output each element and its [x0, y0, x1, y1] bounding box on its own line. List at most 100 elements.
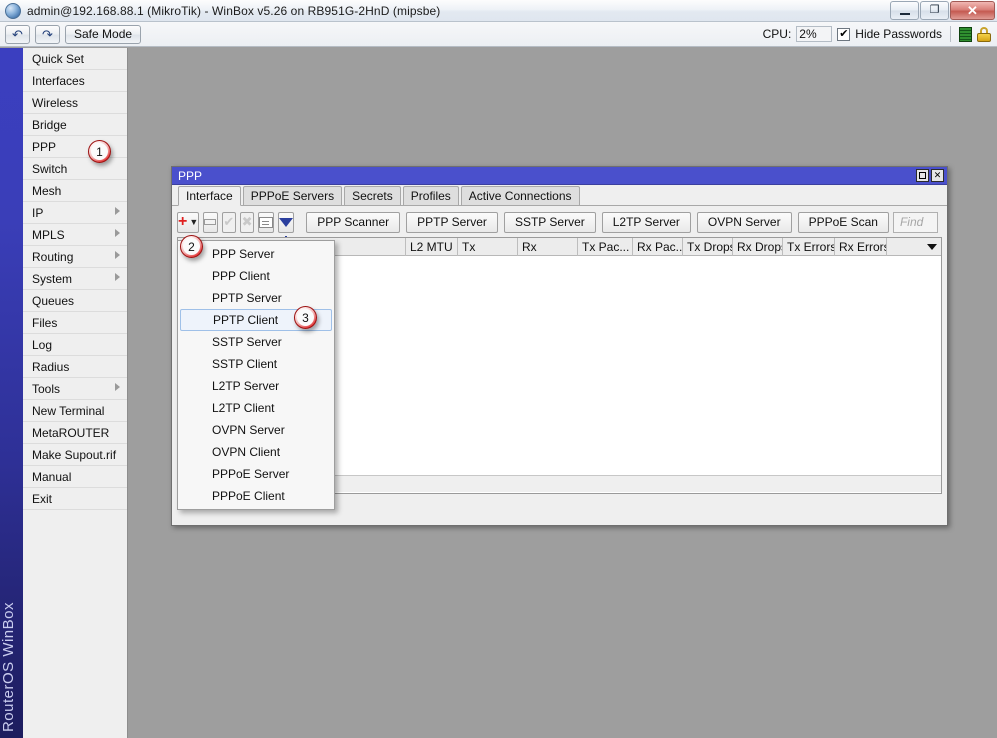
tab-profiles[interactable]: Profiles	[402, 186, 459, 205]
table-column-header-rx-errors[interactable]: Rx Errors	[835, 238, 887, 256]
table-column-header-rx[interactable]: Rx	[518, 238, 578, 256]
chevron-down-icon: ▼	[189, 217, 199, 227]
window-title: admin@192.168.88.1 (MikroTik) - WinBox v…	[27, 3, 441, 18]
memory-icon[interactable]	[959, 26, 972, 42]
table-column-header-tx-errors[interactable]: Tx Errors	[783, 238, 835, 256]
table-column-header-rx-drops[interactable]: Rx Drops	[733, 238, 783, 256]
sidebar-item-wireless[interactable]: Wireless	[23, 92, 127, 114]
sidebar-item-label: Manual	[32, 469, 72, 484]
action-button-l2tp-server[interactable]: L2TP Server	[601, 211, 691, 233]
sidebar-item-files[interactable]: Files	[23, 312, 127, 334]
dropdown-item-sstp-server[interactable]: SSTP Server	[178, 331, 334, 353]
sidebar-item-interfaces[interactable]: Interfaces	[23, 70, 127, 92]
table-column-menu-button[interactable]	[887, 238, 941, 256]
dropdown-item-sstp-client[interactable]: SSTP Client	[178, 353, 334, 375]
restore-icon	[919, 172, 926, 179]
disable-button[interactable]: ✖	[239, 211, 255, 233]
dropdown-item-label: PPTP Server	[212, 291, 282, 305]
table-column-header-l2-mtu[interactable]: L2 MTU	[406, 238, 458, 256]
tab-active-connections[interactable]: Active Connections	[460, 186, 580, 205]
sidebar-item-log[interactable]: Log	[23, 334, 127, 356]
sidebar-item-label: Exit	[32, 491, 53, 506]
sidebar-item-label: IP	[32, 205, 44, 220]
action-button-pppoe-scan[interactable]: PPPoE Scan	[797, 211, 889, 233]
sidebar-item-switch[interactable]: Switch	[23, 158, 127, 180]
tab-secrets[interactable]: Secrets	[344, 186, 401, 205]
sidebar-item-metarouter[interactable]: MetaROUTER	[23, 422, 127, 444]
sidebar-item-make-supout-rif[interactable]: Make Supout.rif	[23, 444, 127, 466]
sidebar-item-quick-set[interactable]: Quick Set	[23, 48, 127, 70]
sidebar-item-system[interactable]: System	[23, 268, 127, 290]
checkmark-icon: ✔	[839, 27, 849, 40]
table-column-header-tx-pac[interactable]: Tx Pac...	[578, 238, 633, 256]
dropdown-item-pptp-server[interactable]: PPTP Server	[178, 287, 334, 309]
step-badge-2: 2	[180, 235, 203, 258]
sidebar-item-ppp[interactable]: PPP	[23, 136, 127, 158]
dropdown-item-ovpn-client[interactable]: OVPN Client	[178, 441, 334, 463]
find-placeholder: Find	[899, 215, 924, 229]
tab-label: Active Connections	[468, 189, 572, 203]
sidebar-item-radius[interactable]: Radius	[23, 356, 127, 378]
table-column-header-tx-drops[interactable]: Tx Drops	[683, 238, 733, 256]
toolbar-divider	[950, 26, 951, 42]
minimize-button[interactable]	[890, 1, 919, 20]
table-column-header-tx[interactable]: Tx	[458, 238, 518, 256]
action-button-ovpn-server[interactable]: OVPN Server	[696, 211, 792, 233]
enable-button[interactable]: ✔	[221, 211, 236, 233]
column-header-label: L2 MTU	[410, 240, 453, 254]
hide-passwords-label: Hide Passwords	[855, 27, 942, 41]
column-header-label: Rx Pac...	[637, 240, 683, 254]
sidebar-item-queues[interactable]: Queues	[23, 290, 127, 312]
close-button[interactable]: ✕	[950, 1, 995, 20]
tab-label: PPPoE Servers	[250, 189, 335, 203]
sidebar-item-routing[interactable]: Routing	[23, 246, 127, 268]
action-button-sstp-server[interactable]: SSTP Server	[503, 211, 596, 233]
sidebar-item-mesh[interactable]: Mesh	[23, 180, 127, 202]
dropdown-item-ovpn-server[interactable]: OVPN Server	[178, 419, 334, 441]
hide-passwords-checkbox[interactable]: ✔	[837, 27, 851, 41]
sidebar-item-label: Radius	[32, 359, 70, 374]
sidebar-item-label: Wireless	[32, 95, 79, 110]
action-button-pptp-server[interactable]: PPTP Server	[406, 211, 498, 233]
action-button-ppp-scanner[interactable]: PPP Scanner	[306, 211, 401, 233]
sidebar-item-exit[interactable]: Exit	[23, 488, 127, 510]
redo-button[interactable]: ↷	[35, 24, 60, 44]
safe-mode-label: Safe Mode	[74, 27, 133, 41]
dropdown-item-l2tp-server[interactable]: L2TP Server	[178, 375, 334, 397]
dropdown-item-label: OVPN Client	[212, 445, 281, 459]
lock-icon[interactable]	[977, 26, 991, 42]
restore-button[interactable]: ❐	[920, 1, 949, 20]
undo-button[interactable]: ↶	[5, 24, 30, 44]
action-button-label: PPPoE Scan	[808, 215, 878, 229]
sidebar-item-mpls[interactable]: MPLS	[23, 224, 127, 246]
sidebar-menu: Quick Set Interfaces Wireless Bridge PPP Swit…	[23, 48, 128, 738]
tab-pppoe-servers[interactable]: PPPoE Servers	[242, 186, 343, 205]
filter-button[interactable]	[278, 211, 295, 240]
sidebar-item-manual[interactable]: Manual	[23, 466, 127, 488]
ppp-close-button[interactable]: ✕	[931, 169, 944, 182]
find-input[interactable]: Find	[892, 211, 938, 233]
safe-mode-button[interactable]: Safe Mode	[65, 24, 142, 44]
dropdown-item-label: PPPoE Server	[212, 467, 290, 481]
sidebar-item-bridge[interactable]: Bridge	[23, 114, 127, 136]
column-header-label: Rx Errors	[839, 240, 887, 254]
window-controls[interactable]: ❐ ✕	[890, 1, 995, 20]
sidebar-item-label: MetaROUTER	[32, 425, 110, 440]
ppp-restore-button[interactable]	[916, 169, 929, 182]
dropdown-item-l2tp-client[interactable]: L2TP Client	[178, 397, 334, 419]
sidebar-item-new-terminal[interactable]: New Terminal	[23, 400, 127, 422]
dropdown-item-pppoe-server[interactable]: PPPoE Server	[178, 463, 334, 485]
table-column-header-rx-pac[interactable]: Rx Pac...	[633, 238, 683, 256]
remove-button[interactable]	[203, 211, 218, 233]
dropdown-item-pppoe-client[interactable]: PPPoE Client	[178, 485, 334, 507]
tab-interface[interactable]: Interface	[178, 186, 241, 206]
dropdown-item-ppp-client[interactable]: PPP Client	[178, 265, 334, 287]
chevron-right-icon	[115, 383, 120, 391]
add-button[interactable]: + ▼	[177, 211, 200, 233]
sidebar-item-label: New Terminal	[32, 403, 105, 418]
ppp-window-controls[interactable]: ✕	[916, 169, 947, 182]
sidebar-item-tools[interactable]: Tools	[23, 378, 127, 400]
comment-button[interactable]	[258, 211, 275, 233]
sidebar-item-ip[interactable]: IP	[23, 202, 127, 224]
ppp-window-title-bar[interactable]: PPP ✕	[172, 167, 947, 185]
